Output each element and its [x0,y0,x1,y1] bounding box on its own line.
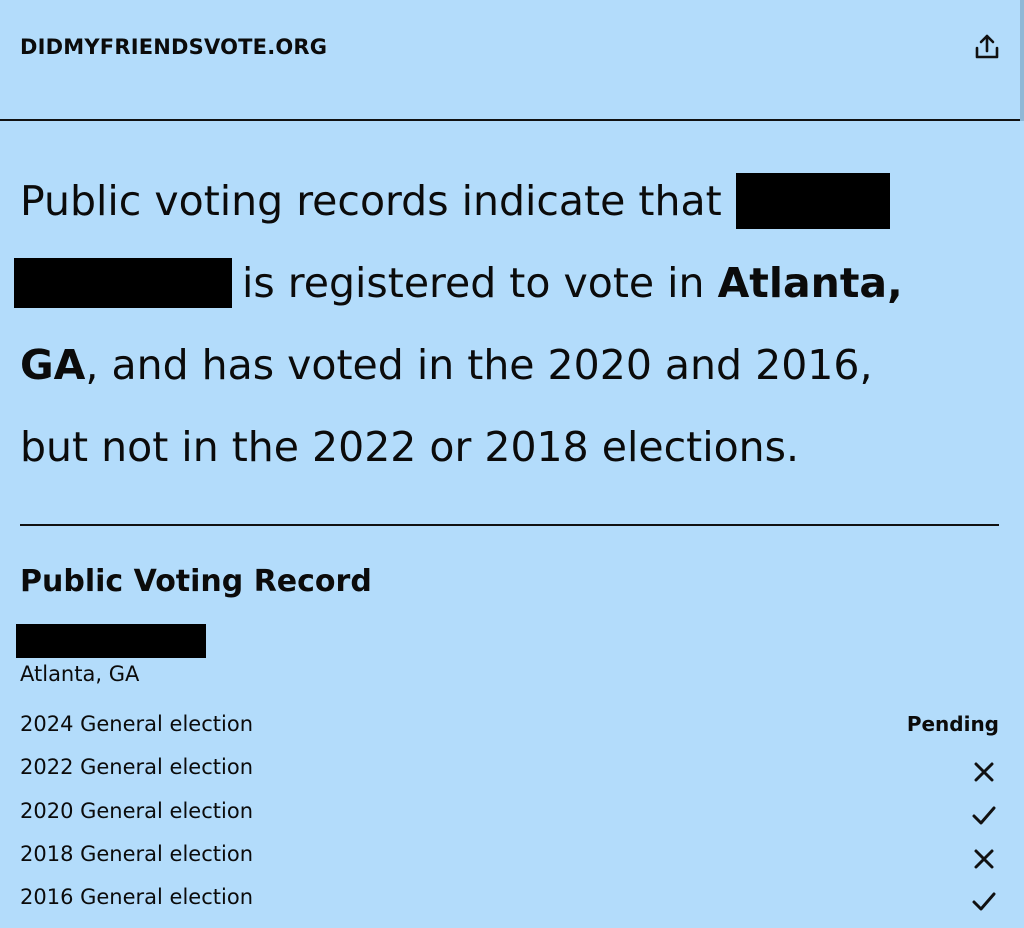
record-location: Atlanta, GA [20,662,140,686]
election-label: 2016 General election [20,885,253,910]
summary-state: GA [20,341,86,389]
summary-part1: Public voting records indicate that [20,177,722,225]
redacted-name-last [14,258,232,308]
summary-part3: , and has voted in the 2020 and 2016, [85,341,873,389]
election-row-2016: 2016 General election [20,879,1000,922]
election-row-2024: 2024 General election Pending [20,706,1000,749]
record-title: Public Voting Record [20,564,372,599]
check-icon [972,892,996,911]
divider [20,524,999,526]
header: DIDMYFRIENDSVOTE.ORG [0,0,1024,121]
status-pending: Pending [906,712,999,736]
x-icon [974,762,994,782]
election-label: 2024 General election [20,712,253,736]
election-list: 2024 General election Pending 2022 Gener… [20,706,1000,922]
summary-city: Atlanta, [717,259,903,307]
scroll-edge [1020,0,1024,121]
redacted-name-first [735,173,890,229]
site-name[interactable]: DIDMYFRIENDSVOTE.ORG [20,35,327,59]
election-row-2020: 2020 General election [20,793,1000,836]
election-label: 2020 General election [20,798,253,823]
summary-part2: is registered to vote in [242,259,705,307]
election-label: 2018 General election [20,841,253,866]
x-icon [974,849,994,869]
election-label: 2022 General election [20,755,253,780]
redacted-voter-name [16,624,206,658]
election-row-2022: 2022 General election [20,749,1000,792]
summary-text: Public voting records indicate that is re… [14,160,1010,488]
page: DIDMYFRIENDSVOTE.ORG Public voting recor… [0,0,1024,928]
summary-part4: but not in the 2022 or 2018 elections. [20,423,800,471]
election-row-2018: 2018 General election [20,836,1000,879]
share-button[interactable] [970,30,1004,64]
share-upload-icon [975,34,999,59]
check-icon [972,806,996,825]
